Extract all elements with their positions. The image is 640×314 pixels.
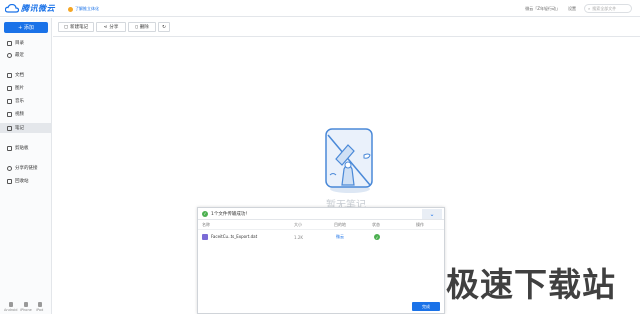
refresh-button[interactable]: ↻	[158, 22, 170, 32]
header-right: 微云「Z年轻行动」 设置 ⌕ 搜索全部文件	[525, 4, 632, 13]
sidebar: + 添加 目录 最近 文档 图片 音乐 视频 笔记 剪贴板 分享的链接 回收站 …	[0, 18, 52, 314]
clipboard-icon	[7, 145, 12, 151]
top-header: 腾讯微云 了解推立体化 微云「Z年轻行动」 设置 ⌕ 搜索全部文件	[0, 0, 640, 17]
collapse-button[interactable]: ⌄	[422, 209, 442, 219]
chevron-down-icon: ⌄	[429, 210, 435, 218]
file-icon	[202, 234, 208, 240]
settings-link[interactable]: 设置	[568, 6, 576, 12]
file-destination-link[interactable]: 微云	[336, 234, 344, 240]
trash-icon: ▯	[135, 24, 138, 30]
device-android[interactable]: Android	[4, 302, 18, 312]
upload-button[interactable]: + 添加	[4, 22, 48, 33]
ipad-icon	[37, 302, 42, 307]
document-icon	[7, 72, 12, 78]
file-name: FaceitCu..ts_Export.dat	[202, 234, 257, 240]
transfer-status-text: 1个文件传输成功！	[211, 211, 250, 217]
done-button[interactable]: 完成	[412, 302, 440, 311]
trash-icon	[7, 178, 12, 184]
col-action: 操作	[416, 221, 424, 227]
sidebar-item-video[interactable]: 视频	[0, 109, 52, 119]
sidebar-item-directory[interactable]: 目录	[0, 38, 52, 48]
video-icon	[7, 111, 12, 117]
new-note-icon: ▢	[63, 24, 69, 30]
logo-text: 腾讯微云	[21, 4, 55, 13]
app-logo[interactable]: 腾讯微云	[5, 3, 55, 14]
transfer-panel: ✓ 1个文件传输成功！ ⌄ 名称 大小 目的地 状态 操作 FaceitCu..…	[197, 207, 445, 314]
sidebar-item-docs[interactable]: 文档	[0, 70, 52, 80]
sidebar-item-recent[interactable]: 最近	[0, 50, 52, 60]
table-row: FaceitCu..ts_Export.dat 1.2K 微云 ✓	[198, 230, 444, 244]
share-icon: ⋖	[103, 24, 108, 30]
promo-link[interactable]: 了解推立体化	[68, 6, 99, 12]
search-icon: ⌕	[588, 6, 591, 11]
status-success-icon: ✓	[374, 234, 380, 240]
user-menu[interactable]: 微云「Z年轻行动」	[525, 6, 560, 12]
toolbar: ▢ 新建笔记 ⋖ 分享 ▯ 删除 ↻	[53, 18, 640, 37]
empty-notes-illustration	[325, 128, 373, 193]
sidebar-item-music[interactable]: 音乐	[0, 96, 52, 106]
search-placeholder: 搜索全部文件	[592, 5, 617, 11]
image-icon	[7, 85, 12, 91]
android-icon	[8, 302, 13, 307]
new-note-button[interactable]: ▢ 新建笔记	[58, 22, 94, 32]
search-input[interactable]: ⌕ 搜索全部文件	[584, 4, 632, 13]
col-status: 状态	[372, 221, 380, 227]
success-icon: ✓	[202, 210, 208, 217]
folder-icon	[7, 40, 12, 46]
col-name: 名称	[202, 221, 210, 227]
transfer-table-header: 名称 大小 目的地 状态 操作	[198, 220, 444, 230]
sidebar-item-recycle[interactable]: 回收站	[0, 176, 52, 186]
clock-icon	[7, 52, 12, 58]
device-ipad[interactable]: iPad	[36, 302, 43, 312]
share-button[interactable]: ⋖ 分享	[96, 22, 126, 32]
note-icon	[7, 125, 12, 131]
sidebar-item-images[interactable]: 图片	[0, 83, 52, 93]
music-icon	[7, 98, 12, 104]
sidebar-item-clipboard[interactable]: 剪贴板	[0, 143, 52, 153]
transfer-panel-header: ✓ 1个文件传输成功！ ⌄	[198, 208, 444, 220]
sidebar-item-notes[interactable]: 笔记	[0, 123, 52, 133]
promo-icon	[68, 6, 73, 12]
device-iphone[interactable]: iPhone	[20, 302, 32, 312]
site-watermark: 极速下载站	[446, 265, 616, 304]
delete-button[interactable]: ▯ 删除	[128, 22, 156, 32]
promo-text: 了解推立体化	[75, 6, 99, 11]
file-size: 1.2K	[294, 234, 303, 240]
cloud-logo-icon	[5, 4, 19, 13]
col-size: 大小	[294, 221, 302, 227]
iphone-icon	[23, 302, 28, 307]
col-destination: 目的地	[334, 221, 346, 227]
refresh-icon: ↻	[162, 24, 166, 30]
share-icon	[7, 165, 12, 171]
sidebar-item-shared-links[interactable]: 分享的链接	[0, 163, 52, 173]
